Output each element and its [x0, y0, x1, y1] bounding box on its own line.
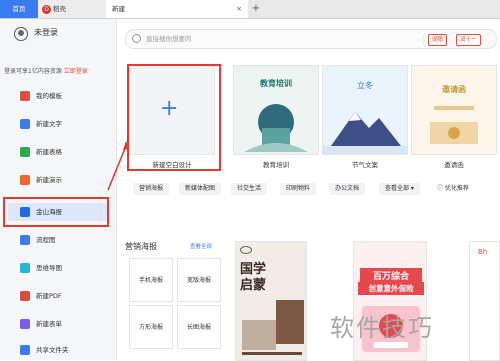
- poster-template[interactable]: 百万综合 创意意外保险: [353, 241, 427, 361]
- sidebar-item-new-pdf[interactable]: 新建PDF: [8, 287, 108, 305]
- card-thumbnail: 教育培训: [233, 65, 319, 155]
- optimize-label: 优化推荐: [444, 185, 469, 192]
- sidebar-item-flowchart[interactable]: 流程图: [8, 231, 108, 249]
- tab-bar: 首页 D 稻壳 新建 ✕ +: [0, 0, 500, 19]
- sidebar-item-new-form[interactable]: 新建表单: [8, 315, 108, 333]
- card-label: 节气文案: [352, 161, 378, 169]
- watermark: 软件技巧: [330, 314, 434, 342]
- writer-icon: [20, 119, 30, 129]
- category-chip[interactable]: 社交生活: [231, 183, 268, 195]
- poster-size-mobile[interactable]: 手机海报: [129, 258, 173, 302]
- search-bar[interactable]: 直接搜你想要的 促销 双十一: [125, 29, 497, 49]
- sidebar-item-my-templates[interactable]: 我的模板: [8, 87, 108, 105]
- new-tab-button[interactable]: +: [250, 0, 262, 18]
- card-invitation[interactable]: 邀请函 邀请函: [411, 65, 497, 181]
- sidebar-item-label: 新建表格: [36, 148, 62, 156]
- sidebar-item-label: 新建文字: [36, 120, 62, 128]
- poster-size-long[interactable]: 长图海报: [177, 305, 221, 349]
- view-all-label: 查看全部: [385, 185, 410, 192]
- card-thumbnail: 邀请函: [411, 65, 497, 155]
- optimize-recommend[interactable]: ⓘ 优化推荐: [431, 183, 475, 195]
- education-illustration: [244, 104, 308, 152]
- highlight-box: [127, 64, 221, 171]
- invitation-illustration: [430, 106, 478, 144]
- chevron-down-icon: ▾: [409, 185, 414, 192]
- sidebar-item-label: 我的模板: [36, 92, 62, 100]
- card-label: 邀请函: [444, 161, 464, 169]
- tab-docer[interactable]: D 稻壳: [38, 0, 106, 18]
- tab-new-label: 新建: [112, 5, 125, 13]
- user-name[interactable]: 未登录: [34, 27, 58, 38]
- sidebar-item-label: 新建表单: [36, 320, 62, 328]
- category-chip[interactable]: 新媒体配图: [179, 183, 222, 195]
- pdf-icon: [20, 291, 30, 301]
- card-label: 教育培训: [263, 161, 289, 169]
- card-title: 教育培训: [260, 79, 292, 88]
- poster-template[interactable]: Bh: [469, 241, 500, 361]
- card-title: 立冬: [357, 81, 373, 90]
- tab-home[interactable]: 首页: [0, 0, 38, 18]
- avatar-icon[interactable]: [14, 27, 28, 41]
- sidebar-item-label: 思维导图: [36, 264, 62, 272]
- category-chip[interactable]: 办公文档: [329, 183, 366, 195]
- tab-docer-label: 稻壳: [53, 5, 66, 13]
- main-panel: 直接搜你想要的 促销 双十一 + 新建空白设计 教育培训 教育培训 立冬 节气文…: [117, 19, 500, 361]
- sidebar-item-shared-folder[interactable]: 共享文件夹: [8, 341, 108, 359]
- tab-new[interactable]: 新建 ✕: [106, 0, 248, 18]
- poster-size-square[interactable]: 方形海报: [129, 305, 173, 349]
- card-title: 邀请函: [442, 85, 466, 94]
- card-education[interactable]: 教育培训 教育培训: [233, 65, 319, 181]
- search-input[interactable]: 直接搜你想要的: [146, 30, 192, 48]
- info-icon: ⓘ: [437, 185, 445, 192]
- card-thumbnail: 立冬: [322, 65, 408, 155]
- card-solar-term[interactable]: 立冬 节气文案: [322, 65, 408, 181]
- folder-icon: [20, 345, 30, 355]
- login-link[interactable]: 立即登录: [64, 68, 88, 75]
- sidebar-item-new-sheet[interactable]: 新建表格: [8, 143, 108, 161]
- sidebar-item-new-presentation[interactable]: 新建演示: [8, 171, 108, 189]
- sidebar-item-label: 新建PDF: [36, 292, 62, 300]
- template-icon: [20, 91, 30, 101]
- poster-title: 国学启蒙: [240, 262, 267, 293]
- search-icon: [132, 34, 141, 43]
- poster-headline: 百万综合: [360, 268, 422, 283]
- mindmap-icon: [20, 263, 30, 273]
- poster-badge: Bh: [478, 248, 488, 256]
- sidebar-item-new-doc[interactable]: 新建文字: [8, 115, 108, 133]
- search-tag[interactable]: 促销: [428, 34, 448, 46]
- category-chip[interactable]: 营销海报: [133, 183, 170, 195]
- category-chip[interactable]: 印刷物料: [280, 183, 317, 195]
- sidebar-item-label: 共享文件夹: [36, 346, 69, 354]
- close-tab-icon[interactable]: ✕: [237, 0, 242, 18]
- search-tag[interactable]: 双十一: [456, 34, 481, 46]
- poster-illustration: [242, 300, 304, 355]
- spreadsheet-icon: [20, 147, 30, 157]
- eye-icon: [240, 246, 252, 254]
- sidebar-item-mindmap[interactable]: 思维导图: [8, 259, 108, 277]
- login-hint-text: 登录可享1亿内容资源: [4, 68, 62, 75]
- poster-template[interactable]: 国学启蒙: [235, 241, 307, 361]
- section-more-link[interactable]: 查看全部: [190, 242, 212, 250]
- flowchart-icon: [20, 235, 30, 245]
- presentation-icon: [20, 175, 30, 185]
- login-hint: 登录可享1亿内容资源 立即登录: [4, 66, 88, 75]
- sidebar-item-label: 流程图: [36, 236, 56, 244]
- docer-logo-icon: D: [42, 4, 51, 14]
- highlight-box: [3, 197, 109, 227]
- sidebar: 未登录 登录可享1亿内容资源 立即登录 我的模板 新建文字 新建表格 新建演示 …: [0, 19, 117, 360]
- section-title: 营销海报: [125, 242, 157, 251]
- form-icon: [20, 319, 30, 329]
- poster-subline: 创意意外保险: [358, 282, 424, 295]
- sidebar-item-label: 新建演示: [36, 176, 62, 184]
- poster-size-wide[interactable]: 宽版海报: [177, 258, 221, 302]
- mountain-illustration: [323, 112, 407, 154]
- view-all-dropdown[interactable]: 查看全部 ▾: [379, 183, 420, 195]
